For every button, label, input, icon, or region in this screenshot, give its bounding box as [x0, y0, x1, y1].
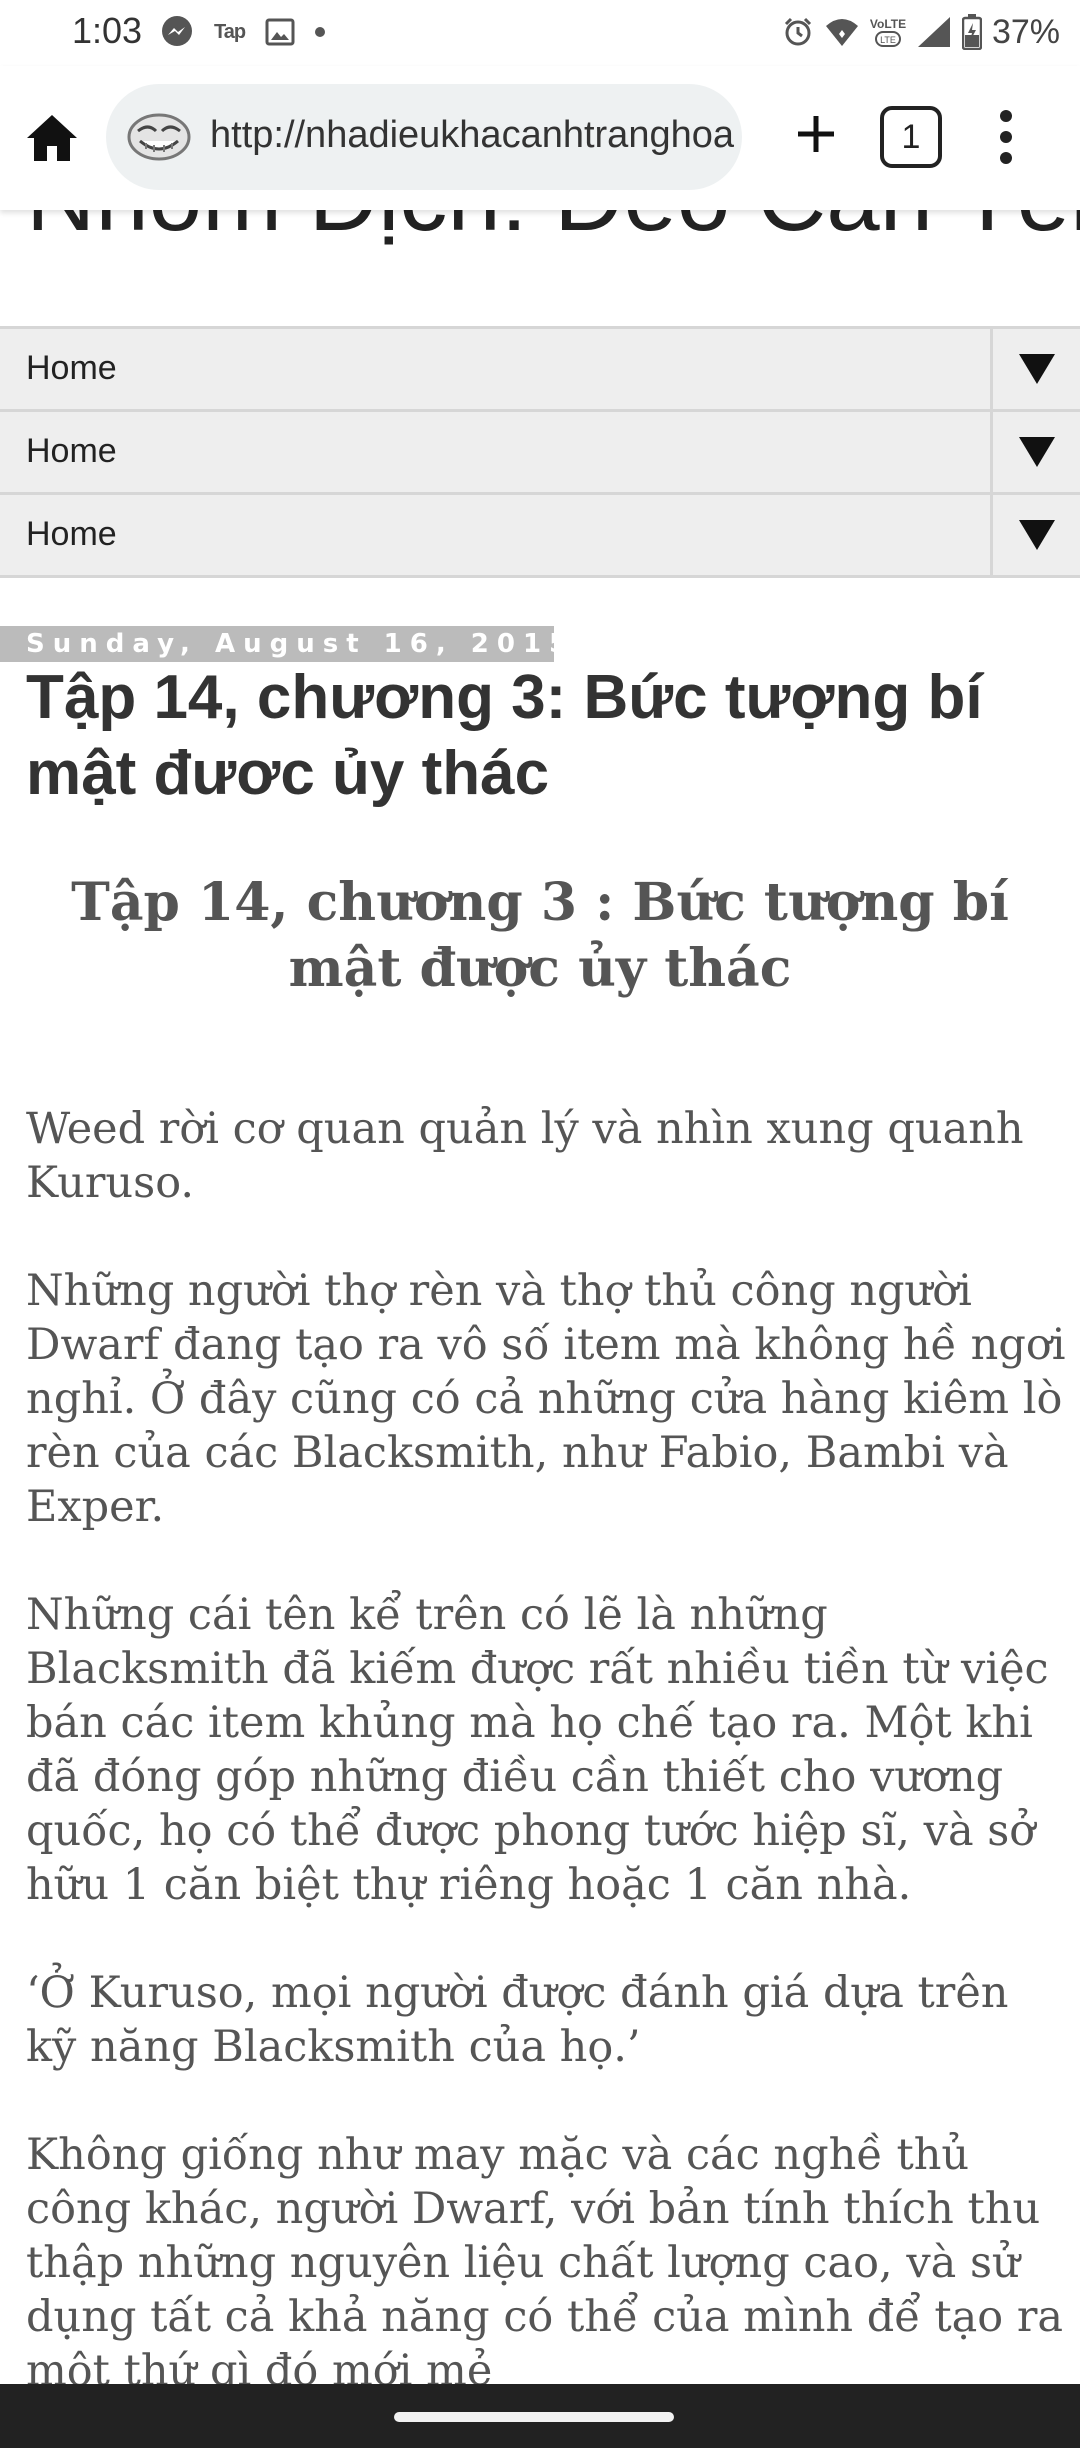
home-button[interactable]	[20, 106, 84, 170]
signal-icon	[916, 15, 952, 49]
plus-icon	[798, 116, 834, 152]
new-tab-button[interactable]	[786, 104, 846, 164]
nav-row[interactable]: Home	[0, 329, 1080, 412]
status-time: 1:03	[72, 10, 143, 51]
triangle-down-icon	[1018, 437, 1055, 467]
system-nav-bar	[0, 2384, 1080, 2448]
image-icon	[265, 17, 295, 47]
volte-icon: VoLTE LTE	[870, 14, 906, 50]
alarm-icon	[782, 16, 814, 48]
dot-icon	[315, 27, 326, 37]
post-paragraph: Weed rời cơ quan quản lý và nhìn xung qu…	[26, 1104, 1024, 1208]
wifi-icon	[824, 16, 860, 48]
tab-switcher-button[interactable]: 1	[880, 106, 942, 168]
battery-icon	[961, 14, 982, 50]
triangle-down-icon	[1018, 354, 1055, 384]
svg-text:LTE: LTE	[880, 35, 896, 45]
dropdown-toggle[interactable]	[990, 329, 1080, 409]
battery-percent: 37%	[991, 12, 1060, 51]
browser-toolbar: http://nhadieukhacanhtranghoa 1	[0, 66, 1080, 210]
messenger-icon	[160, 15, 194, 49]
nav-row-label[interactable]: Home	[26, 432, 117, 471]
post-paragraph: Những người thợ rèn và thợ thủ công ngườ…	[26, 1266, 1066, 1532]
system-icons: VoLTE LTE 37%	[782, 12, 1060, 52]
svg-text:VoLTE: VoLTE	[870, 17, 906, 31]
nav-row-label[interactable]: Home	[26, 515, 117, 554]
post-title[interactable]: Tập 14, chương 3: Bức tượng bí mật đươc …	[26, 660, 1056, 812]
notification-icons: Tap	[160, 14, 326, 50]
dropdown-toggle[interactable]	[990, 495, 1080, 575]
dropdown-toggle[interactable]	[990, 412, 1080, 492]
post-paragraph: Những cái tên kể trên có lẽ là những Bla…	[26, 1590, 1049, 1910]
triangle-down-icon	[1018, 520, 1055, 550]
url-bar[interactable]: http://nhadieukhacanhtranghoa	[106, 84, 742, 190]
nav-row[interactable]: Home	[0, 495, 1080, 578]
status-bar: 1:03 Tap VoLTE LTE 37%	[0, 0, 1080, 66]
more-vert-icon[interactable]	[982, 102, 1030, 172]
post-paragraph: ‘Ở Kuruso, mọi người được đánh giá dựa t…	[26, 1968, 1009, 2072]
site-favicon	[126, 111, 192, 163]
url-text[interactable]: http://nhadieukhacanhtranghoa	[210, 114, 740, 157]
post-heading: Tập 14, chương 3 : Bức tượng bí mật được…	[71, 872, 1009, 999]
post-body: Weed rời cơ quan quản lý và nhìn xung qu…	[26, 1102, 1066, 2448]
nav-row[interactable]: Home	[0, 412, 1080, 495]
post-date: Sunday, August 16, 2015	[0, 626, 567, 662]
nav-menu: Home Home Home	[0, 326, 1080, 578]
home-gesture-handle[interactable]	[394, 2412, 674, 2422]
home-icon	[27, 115, 77, 161]
nav-row-label[interactable]: Home	[26, 349, 117, 388]
post-paragraph: Không giống như may mặc và các nghề thủ …	[26, 2130, 1064, 2396]
tap-icon: Tap	[214, 20, 246, 43]
